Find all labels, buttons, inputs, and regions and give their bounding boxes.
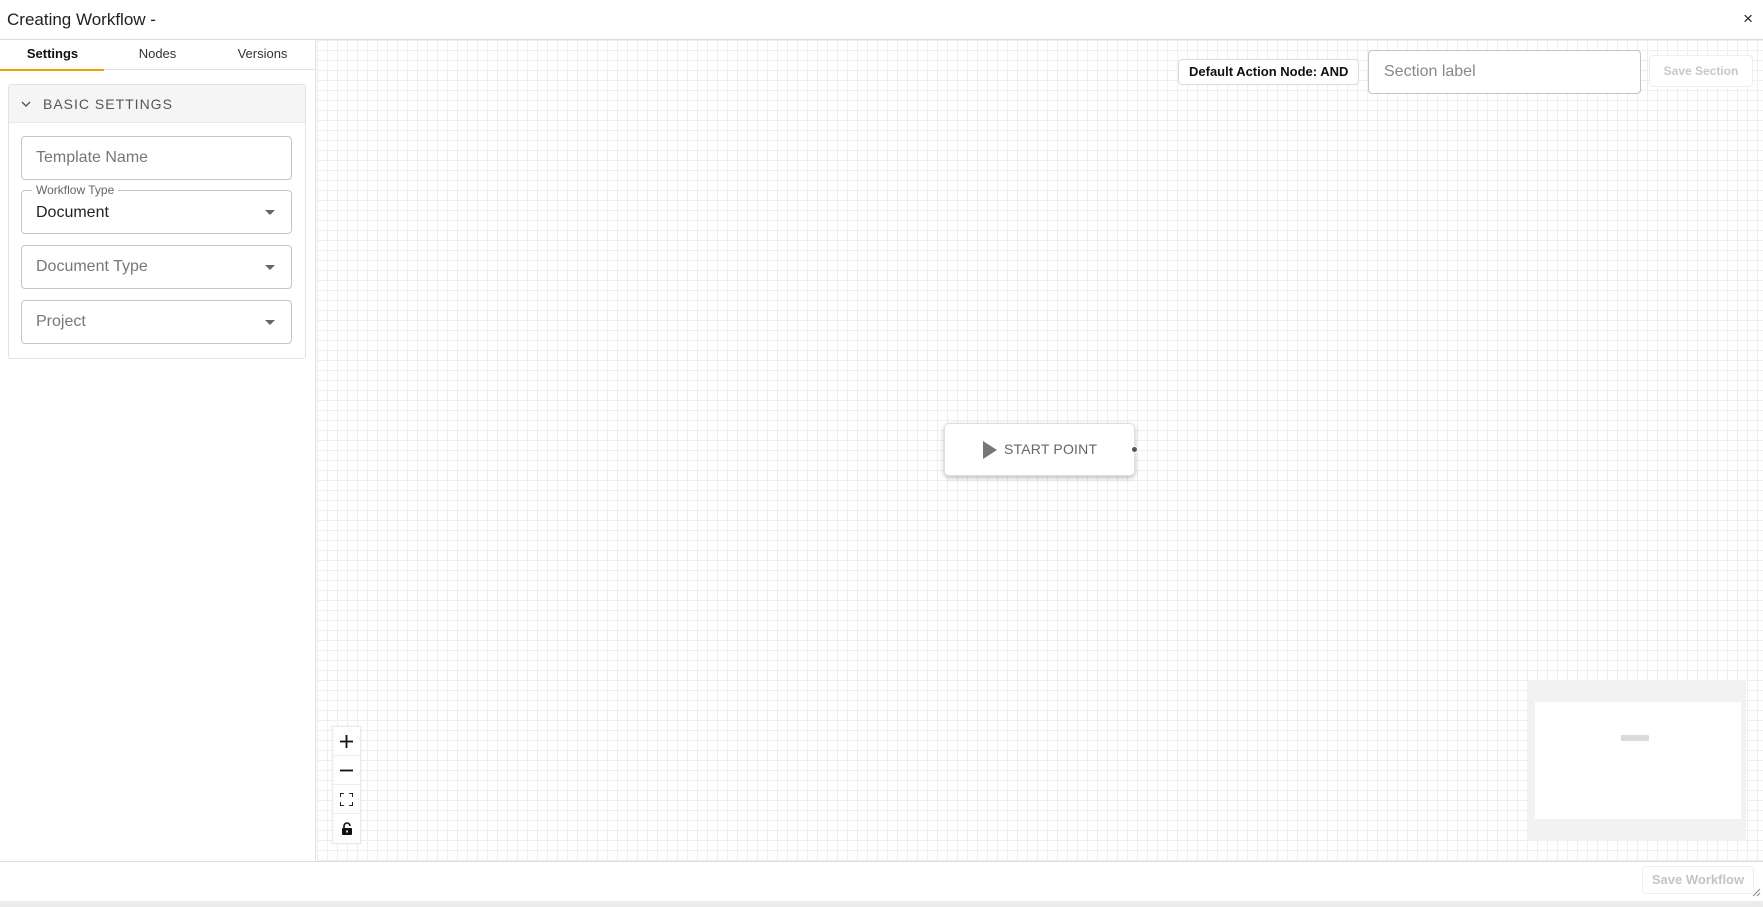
zoom-out-icon [340, 769, 353, 771]
basic-settings-panel: BASIC SETTINGS Template Name Workflow Ty… [8, 84, 306, 359]
canvas-controls [332, 726, 361, 844]
document-type-placeholder: Document Type [36, 258, 148, 275]
workflow-type-value: Document [36, 204, 109, 221]
workflow-dialog: Creating Workflow - × Settings Nodes Ver… [0, 0, 1763, 901]
dropdown-arrow-icon [265, 320, 275, 325]
template-name-placeholder: Template Name [36, 149, 149, 166]
dropdown-arrow-icon [265, 210, 275, 215]
resize-handle-icon[interactable] [1752, 888, 1761, 897]
save-workflow-button[interactable]: Save Workflow [1642, 866, 1754, 894]
zoom-in-icon [340, 734, 353, 748]
workflow-type-label: Workflow Type [32, 183, 119, 197]
basic-settings-header[interactable]: BASIC SETTINGS [9, 85, 305, 123]
document-type-select[interactable]: Document Type [21, 245, 292, 289]
lock-button[interactable] [333, 814, 360, 843]
play-icon [983, 441, 997, 459]
save-section-button[interactable]: Save Section [1649, 55, 1753, 87]
fit-view-button[interactable] [333, 785, 360, 814]
sidebar: Settings Nodes Versions BASIC SETTINGS T… [0, 40, 316, 861]
dropdown-arrow-icon [265, 265, 275, 270]
chevron-down-icon [21, 101, 31, 107]
close-icon[interactable]: × [1743, 9, 1753, 29]
minimap-viewport [1535, 702, 1741, 819]
lock-icon [341, 822, 352, 835]
fit-view-icon [340, 792, 353, 806]
tab-nodes[interactable]: Nodes [105, 40, 210, 70]
basic-settings-title: BASIC SETTINGS [43, 95, 173, 112]
workflow-type-select[interactable]: Workflow Type Document [21, 183, 292, 234]
zoom-out-button[interactable] [333, 756, 360, 785]
dialog-title: Creating Workflow - [7, 10, 156, 29]
tab-settings[interactable]: Settings [0, 40, 105, 71]
project-placeholder: Project [36, 313, 86, 330]
zoom-in-button[interactable] [333, 727, 360, 756]
tab-versions[interactable]: Versions [210, 40, 315, 70]
default-action-node-chip[interactable]: Default Action Node: AND [1178, 59, 1360, 85]
project-select[interactable]: Project [21, 300, 292, 344]
minimap-node [1621, 735, 1649, 741]
minimap[interactable] [1527, 680, 1746, 841]
footer [0, 861, 1763, 901]
title-bar: Creating Workflow - × [0, 0, 1763, 40]
start-point-label: START POINT [1004, 441, 1098, 457]
template-name-field[interactable]: Template Name [21, 136, 292, 180]
node-output-handle[interactable] [1131, 446, 1138, 453]
sidebar-tabs: Settings Nodes Versions [0, 40, 316, 71]
section-label-input[interactable] [1368, 50, 1641, 94]
start-point-node[interactable]: START POINT [944, 423, 1135, 476]
